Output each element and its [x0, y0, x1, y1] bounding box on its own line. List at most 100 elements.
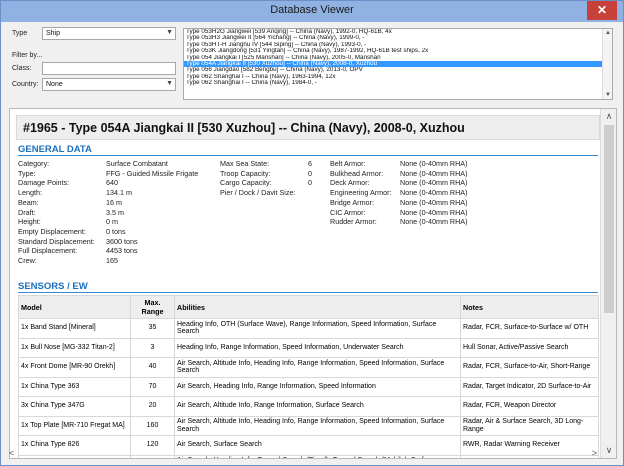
- field-value: 640: [106, 178, 118, 188]
- country-dropdown-value: None: [46, 81, 63, 88]
- field-value: 0 m: [106, 217, 118, 227]
- sensor-notes-cell: Radar, Target Indicator, 2D Surface-to-A…: [460, 376, 599, 397]
- sensor-range-cell: 20: [130, 396, 175, 417]
- sensor-notes-cell: Hull Sonar, Active/Passive Search: [460, 337, 599, 358]
- field-label: Standard Displacement:: [18, 236, 95, 246]
- field-label: Bulkhead Armor:: [330, 168, 384, 178]
- field-value: None (0-40mm RHA): [400, 217, 468, 227]
- field-label: Bridge Armor:: [330, 197, 374, 207]
- field-value: 4453 tons: [106, 246, 138, 256]
- sensor-notes-cell: Radar, Air & Surface Search, 3D Long-Ran…: [460, 415, 599, 436]
- field-value: 0 tons: [106, 226, 126, 236]
- sensor-abilities-cell: Air Search, Altitude Info, Heading Info,…: [174, 357, 461, 378]
- unit-list: Type 053H2G Jiangwei [539 Anqing] -- Chi…: [184, 29, 612, 87]
- list-item[interactable]: Type 062 Shanghai I -- China (Navy), 198…: [184, 80, 612, 86]
- chevron-down-icon: ▼: [166, 80, 173, 87]
- field-label: Pier / Dock / Davit Size:: [220, 188, 296, 198]
- country-dropdown[interactable]: None ▼: [42, 78, 176, 91]
- sensor-abilities-cell: Air Search, Altitude Info, Range Informa…: [174, 396, 461, 417]
- type-dropdown-value: Ship: [46, 30, 61, 37]
- filter-by-label: Filter by...: [12, 52, 43, 59]
- sensors-table: Model Max. Range Abilities Notes 1x Band…: [18, 295, 599, 458]
- notes-column-header: Notes: [460, 295, 599, 319]
- field-label: Empty Displacement:: [18, 226, 86, 236]
- sensor-model-cell: 3x China Type 347G: [18, 396, 131, 417]
- section-divider: [18, 292, 598, 293]
- field-value: 0: [308, 178, 312, 188]
- field-label: Full Displacement:: [18, 246, 78, 256]
- sensor-range-cell: 40: [130, 357, 175, 378]
- sensor-model-cell: 4x Front Dome [MR-90 Orekh]: [18, 357, 131, 378]
- table-row: 1x Band Stand [Mineral] 35 Heading Info, O…: [18, 318, 599, 339]
- title-bar: Database Viewer ✕: [1, 1, 623, 22]
- class-input[interactable]: [42, 62, 176, 75]
- field-label: Type:: [18, 168, 36, 178]
- field-label: Rudder Armor:: [330, 217, 377, 227]
- scroll-up-icon[interactable]: ▲: [603, 30, 612, 36]
- scrollbar-thumb[interactable]: [604, 125, 614, 313]
- sensor-notes-cell: Radar, FCR, Surface-to-Air, Short-Range: [460, 357, 599, 378]
- sensor-model-cell: 1x Top Plate [MR-710 Fregat MA]: [18, 415, 131, 436]
- table-row: 1x Bull Nose [MG-332 Titan-2] 3 Heading In…: [18, 337, 599, 358]
- unit-headline: #1965 - Type 054A Jiangkai II [530 Xuzho…: [16, 115, 600, 140]
- table-header-row: Model Max. Range Abilities Notes: [18, 295, 599, 319]
- type-dropdown[interactable]: Ship ▼: [42, 27, 176, 40]
- sensor-range-cell: 35: [130, 318, 175, 339]
- close-button[interactable]: ✕: [587, 1, 617, 20]
- sensor-notes-cell: Radar, FCR, Surface-to-Surface w/ OTH: [460, 318, 599, 339]
- field-value: None (0-40mm RHA): [400, 168, 468, 178]
- detail-vertical-scrollbar[interactable]: ∧ ∨: [600, 109, 616, 458]
- field-label: Deck Armor:: [330, 178, 370, 188]
- detail-horizontal-scrollbar[interactable]: < >: [9, 448, 601, 459]
- field-label: Max Sea State:: [220, 159, 270, 168]
- field-value: 3600 tons: [106, 236, 138, 246]
- table-row: 1x China Type 363 70 Air Search, Heading I…: [18, 376, 599, 397]
- scroll-down-icon[interactable]: ▼: [603, 92, 612, 98]
- sensors-title: SENSORS / EW: [18, 281, 88, 292]
- type-label: Type: [12, 30, 28, 37]
- chevron-down-icon: ▼: [166, 29, 173, 36]
- listbox-scrollbar[interactable]: ▲ ▼: [602, 29, 612, 99]
- sensor-notes-cell: Radar, FCR, Weapon Director: [460, 396, 599, 417]
- sensor-range-cell: 70: [130, 376, 175, 397]
- field-label: Length:: [18, 188, 42, 198]
- sensor-abilities-cell: Heading Info, OTH (Surface Wave), Range …: [174, 318, 461, 339]
- class-label: Class:: [12, 65, 32, 72]
- field-value: None (0-40mm RHA): [400, 207, 468, 217]
- sensor-model-cell: 1x Band Stand [Mineral]: [18, 318, 131, 339]
- field-label: Beam:: [18, 197, 39, 207]
- scroll-down-icon[interactable]: ∨: [601, 445, 616, 456]
- abilities-column-header: Abilities: [174, 295, 461, 319]
- scroll-up-icon[interactable]: ∧: [601, 111, 616, 122]
- sensor-abilities-cell: Air Search, Heading Info, Range Informat…: [174, 376, 461, 397]
- country-label: Country:: [12, 81, 39, 88]
- unit-listbox[interactable]: Type 053H2G Jiangwei [539 Anqing] -- Chi…: [183, 28, 613, 100]
- field-value: None (0-40mm RHA): [400, 178, 468, 188]
- field-label: Troop Capacity:: [220, 168, 271, 178]
- field-value: None (0-40mm RHA): [400, 197, 468, 207]
- field-value: FFG - Guided Missile Frigate: [106, 168, 199, 178]
- sensor-model-cell: 1x Bull Nose [MG-332 Titan-2]: [18, 337, 131, 358]
- scroll-left-icon[interactable]: <: [9, 448, 14, 458]
- sensor-abilities-cell: Heading Info, Range Information, Speed I…: [174, 337, 461, 358]
- window-title: Database Viewer: [270, 4, 354, 16]
- sensor-range-cell: 160: [130, 415, 175, 436]
- database-viewer-window: Database Viewer ✕ Type Ship ▼ Filter by.…: [0, 0, 624, 466]
- field-value: 0: [308, 168, 312, 178]
- table-row: 4x Front Dome [MR-90 Orekh] 40 Air Search,…: [18, 357, 599, 378]
- field-value: 134.1 m: [106, 188, 132, 198]
- section-divider: [18, 155, 598, 156]
- field-label: Category:: [18, 159, 50, 168]
- field-value: 6: [308, 159, 312, 168]
- sensor-model-cell: 1x China Type 363: [18, 376, 131, 397]
- field-label: Height:: [18, 217, 41, 227]
- detail-panel: #1965 - Type 054A Jiangkai II [530 Xuzho…: [9, 108, 617, 459]
- table-row: 3x China Type 347G 20 Air Search, Altitude…: [18, 396, 599, 417]
- field-value: None (0-40mm RHA): [400, 188, 468, 198]
- scroll-right-icon[interactable]: >: [592, 448, 597, 458]
- range-column-header: Max. Range: [130, 295, 175, 319]
- field-value: 16 m: [106, 197, 122, 207]
- field-label: Belt Armor:: [330, 159, 366, 168]
- field-label: CIC Armor:: [330, 207, 366, 217]
- sensor-abilities-cell: Air Search, Altitude Info, Heading Info,…: [174, 415, 461, 436]
